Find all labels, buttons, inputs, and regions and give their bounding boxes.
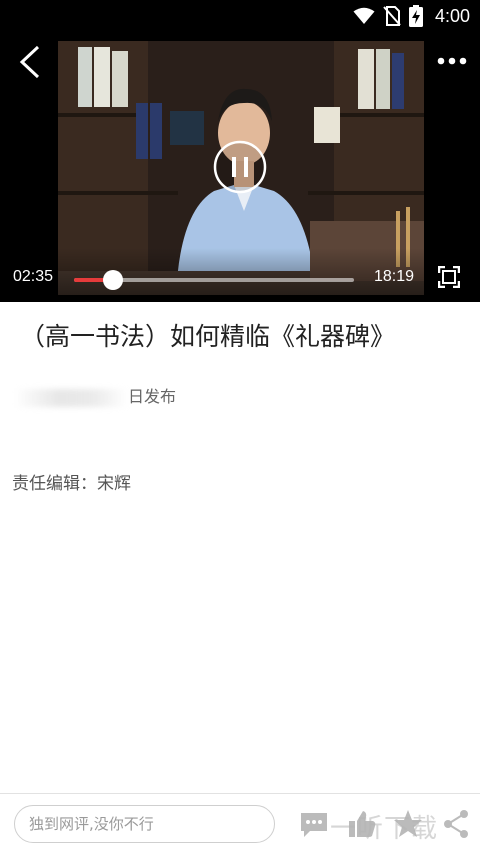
- article-title: （高一书法）如何精临《礼器碑》: [20, 322, 396, 351]
- comment-input[interactable]: [14, 805, 275, 843]
- status-icons: 4:00: [353, 5, 470, 27]
- pause-icon[interactable]: [212, 139, 268, 195]
- seek-thumb[interactable]: [103, 270, 124, 290]
- no-sim-icon: [383, 6, 401, 26]
- share-icon[interactable]: [440, 808, 472, 840]
- status-bar: 4:00: [0, 0, 480, 33]
- wifi-icon: [353, 7, 375, 24]
- publish-date-redacted: [14, 388, 128, 407]
- watermark-text: 一听下载: [330, 814, 439, 844]
- video-player[interactable]: 02:35 18:19: [0, 33, 480, 302]
- back-arrow-icon[interactable]: [12, 43, 48, 81]
- app-screen: 4:00 02:35 18:19 （高一书法）如何精临《礼器碑》 日发布 责任编…: [0, 0, 480, 853]
- status-time: 4:00: [434, 5, 470, 26]
- video-controls: 02:35 18:19: [0, 248, 480, 302]
- fullscreen-icon[interactable]: [438, 266, 460, 288]
- comment-icon[interactable]: [298, 808, 330, 840]
- publish-suffix: 日发布: [128, 387, 177, 406]
- editor-line: 责任编辑：宋辉: [12, 474, 131, 494]
- seek-bar[interactable]: [74, 270, 354, 290]
- more-dots-icon[interactable]: [436, 51, 468, 71]
- publish-info: 日发布: [14, 383, 176, 407]
- total-time: 18:19: [373, 268, 414, 285]
- current-time: 02:35: [13, 268, 54, 285]
- battery-charging-icon: [408, 5, 423, 27]
